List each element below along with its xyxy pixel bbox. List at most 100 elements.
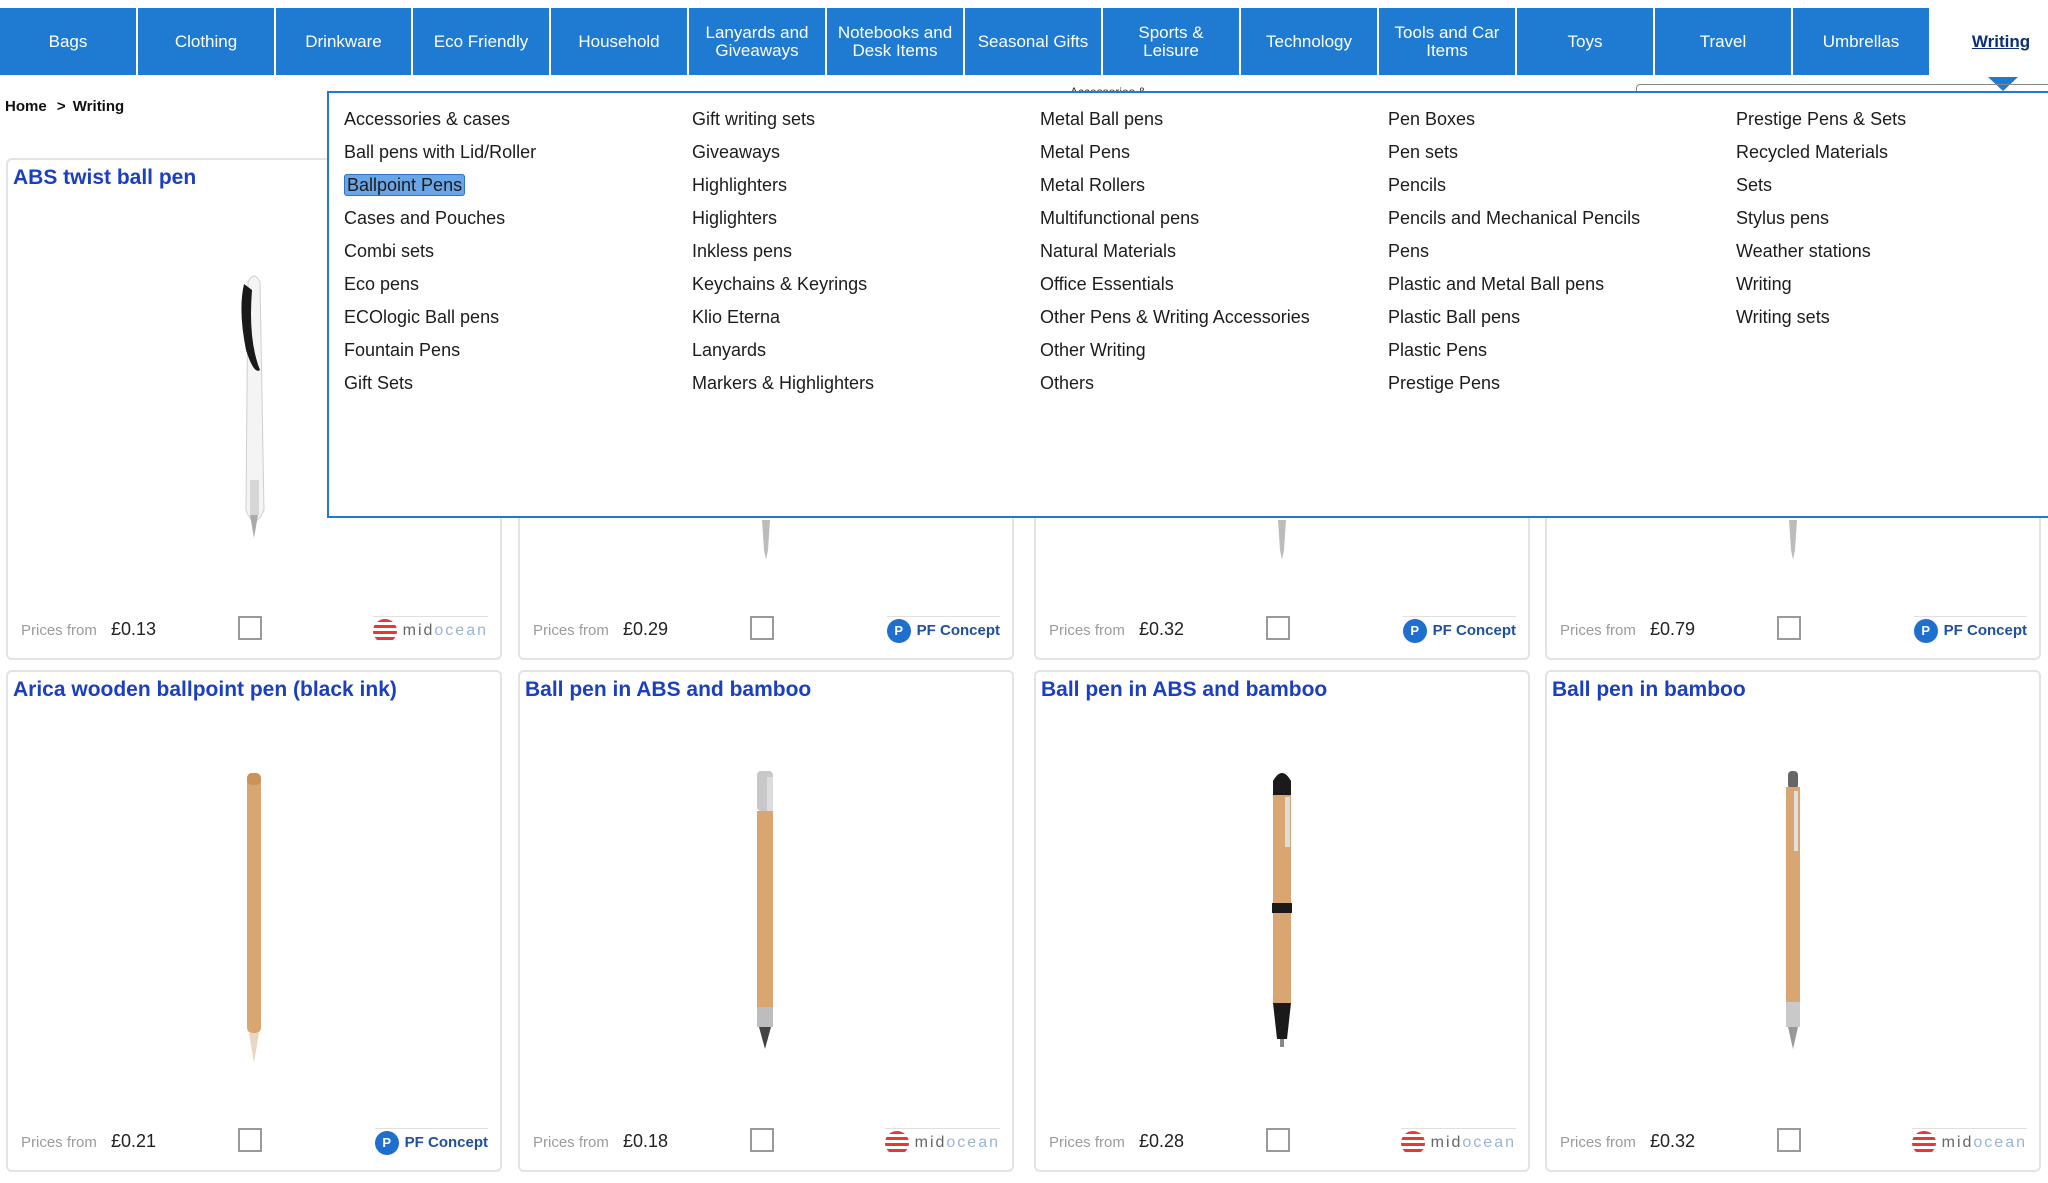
product-image[interactable] <box>751 767 781 1057</box>
menu-item[interactable]: Pencils and Mechanical Pencils <box>1388 202 1640 235</box>
breadcrumb-home[interactable]: Home <box>5 98 47 115</box>
menu-item[interactable]: Highlighters <box>692 169 874 202</box>
compare-checkbox[interactable] <box>238 1128 262 1152</box>
compare-checkbox[interactable] <box>238 616 262 640</box>
menu-item[interactable]: Ball pens with Lid/Roller <box>344 136 536 169</box>
product-card[interactable]: Ball pen in ABS and bamboo Prices from £0.… <box>518 670 1014 1172</box>
menu-item[interactable]: Multifunctional pens <box>1040 202 1310 235</box>
menu-item[interactable]: Pen Boxes <box>1388 103 1640 136</box>
menu-item[interactable]: Metal Rollers <box>1040 169 1310 202</box>
menu-column: Accessories & cases Ball pens with Lid/Ro… <box>344 103 536 400</box>
menu-item[interactable]: Stylus pens <box>1736 202 1906 235</box>
menu-item[interactable]: Other Writing <box>1040 334 1310 367</box>
menu-item[interactable]: Combi sets <box>344 235 536 268</box>
menu-item[interactable]: Keychains & Keyrings <box>692 268 874 301</box>
menu-item[interactable]: Eco pens <box>344 268 536 301</box>
nav-item-eco-friendly[interactable]: Eco Friendly <box>413 8 551 75</box>
menu-item[interactable]: Metal Ball pens <box>1040 103 1310 136</box>
menu-item[interactable]: Prestige Pens <box>1388 367 1640 400</box>
menu-item[interactable]: Pen sets <box>1388 136 1640 169</box>
menu-item[interactable]: Others <box>1040 367 1310 400</box>
menu-item[interactable]: Sets <box>1736 169 1906 202</box>
menu-item-label: Writing sets <box>1736 307 1830 327</box>
menu-item[interactable]: Other Pens & Writing Accessories <box>1040 301 1310 334</box>
product-title[interactable]: Arica wooden ballpoint pen (black ink) <box>13 678 397 702</box>
menu-item[interactable]: Prestige Pens & Sets <box>1736 103 1906 136</box>
nav-item-household[interactable]: Household <box>551 8 689 75</box>
nav-item-travel[interactable]: Travel <box>1655 8 1793 75</box>
category-nav: Bags Clothing Drinkware Eco Friendly Househo… <box>0 8 2048 75</box>
menu-item[interactable]: Pens <box>1388 235 1640 268</box>
supplier-name: PF Concept <box>404 1134 488 1151</box>
product-image[interactable] <box>1272 520 1292 565</box>
compare-checkbox[interactable] <box>1777 616 1801 640</box>
menu-item[interactable]: Office Essentials <box>1040 268 1310 301</box>
product-image[interactable] <box>234 270 274 545</box>
menu-item-label: Cases and Pouches <box>344 208 506 228</box>
nav-item-sports-leisure[interactable]: Sports & Leisure <box>1103 8 1241 75</box>
menu-item[interactable]: Pencils <box>1388 169 1640 202</box>
nav-item-notebooks-and-desk-items[interactable]: Notebooks and Desk Items <box>827 8 965 75</box>
menu-item[interactable]: Higlighters <box>692 202 874 235</box>
compare-checkbox[interactable] <box>1266 616 1290 640</box>
menu-item[interactable]: Gift writing sets <box>692 103 874 136</box>
menu-item[interactable]: Accessories & cases <box>344 103 536 136</box>
compare-checkbox[interactable] <box>750 1128 774 1152</box>
card-footer: Prices from £0.28 midocean <box>1036 1122 1528 1170</box>
product-title[interactable]: Ball pen in ABS and bamboo <box>1041 678 1327 702</box>
product-card[interactable]: Ball pen in bamboo Prices from £0.32 midoce… <box>1545 670 2041 1172</box>
menu-item[interactable]: Writing <box>1736 268 1906 301</box>
menu-item[interactable]: Natural Materials <box>1040 235 1310 268</box>
menu-item[interactable]: Gift Sets <box>344 367 536 400</box>
pf-concept-logo-icon: P <box>374 1130 399 1155</box>
nav-item-drinkware[interactable]: Drinkware <box>276 8 413 75</box>
menu-item[interactable]: Inkless pens <box>692 235 874 268</box>
product-image[interactable] <box>1265 767 1299 1057</box>
compare-checkbox[interactable] <box>750 616 774 640</box>
nav-item-toys[interactable]: Toys <box>1517 8 1655 75</box>
menu-item[interactable]: Metal Pens <box>1040 136 1310 169</box>
nav-item-lanyards-and-giveaways[interactable]: Lanyards and Giveaways <box>689 8 827 75</box>
product-image[interactable] <box>241 767 267 1072</box>
menu-item[interactable]: Markers & Highlighters <box>692 367 874 400</box>
menu-item-label: Prestige Pens <box>1388 373 1501 393</box>
menu-item[interactable]: Ballpoint Pens <box>344 169 536 202</box>
supplier-name: midocean <box>1431 1134 1516 1152</box>
nav-item-technology[interactable]: Technology <box>1241 8 1379 75</box>
product-image[interactable] <box>1780 767 1806 1057</box>
nav-item-umbrellas[interactable]: Umbrellas <box>1793 8 1931 75</box>
menu-item[interactable]: Plastic Pens <box>1388 334 1640 367</box>
product-title[interactable]: Ball pen in ABS and bamboo <box>525 678 811 702</box>
card-footer: Prices from £0.21 P PF Concept <box>8 1122 500 1170</box>
menu-item[interactable]: ECOlogic Ball pens <box>344 301 536 334</box>
menu-item-label: Highlighters <box>692 175 788 195</box>
product-image[interactable] <box>756 520 776 565</box>
menu-item[interactable]: Giveaways <box>692 136 874 169</box>
menu-item[interactable]: Writing sets <box>1736 301 1906 334</box>
nav-item-clothing[interactable]: Clothing <box>138 8 276 75</box>
nav-item-tools-and-car-items[interactable]: Tools and Car Items <box>1379 8 1517 75</box>
nav-item-bags[interactable]: Bags <box>0 8 138 75</box>
product-image[interactable] <box>1783 520 1803 565</box>
menu-item[interactable]: Lanyards <box>692 334 874 367</box>
product-card[interactable]: Arica wooden ballpoint pen (black ink) Pr… <box>6 670 502 1172</box>
nav-item-writing[interactable]: Writing <box>1931 8 2048 75</box>
menu-item[interactable]: Recycled Materials <box>1736 136 1906 169</box>
menu-item-label: Metal Ball pens <box>1040 109 1164 129</box>
compare-checkbox[interactable] <box>1777 1128 1801 1152</box>
menu-item[interactable]: Plastic Ball pens <box>1388 301 1640 334</box>
product-title[interactable]: Ball pen in bamboo <box>1552 678 1746 702</box>
compare-checkbox[interactable] <box>1266 1128 1290 1152</box>
menu-item-label: Fountain Pens <box>344 340 461 360</box>
prices-from-label: Prices from <box>533 1134 609 1151</box>
menu-item[interactable]: Weather stations <box>1736 235 1906 268</box>
menu-item[interactable]: Cases and Pouches <box>344 202 536 235</box>
product-card[interactable]: Ball pen in ABS and bamboo Prices from £0.… <box>1034 670 1530 1172</box>
menu-item[interactable]: Klio Eterna <box>692 301 874 334</box>
product-title[interactable]: ABS twist ball pen <box>13 166 196 190</box>
menu-item[interactable]: Fountain Pens <box>344 334 536 367</box>
menu-item-label: Gift Sets <box>344 373 414 393</box>
midocean-logo-icon <box>884 1130 909 1155</box>
nav-item-seasonal-gifts[interactable]: Seasonal Gifts <box>965 8 1103 75</box>
menu-item[interactable]: Plastic and Metal Ball pens <box>1388 268 1640 301</box>
